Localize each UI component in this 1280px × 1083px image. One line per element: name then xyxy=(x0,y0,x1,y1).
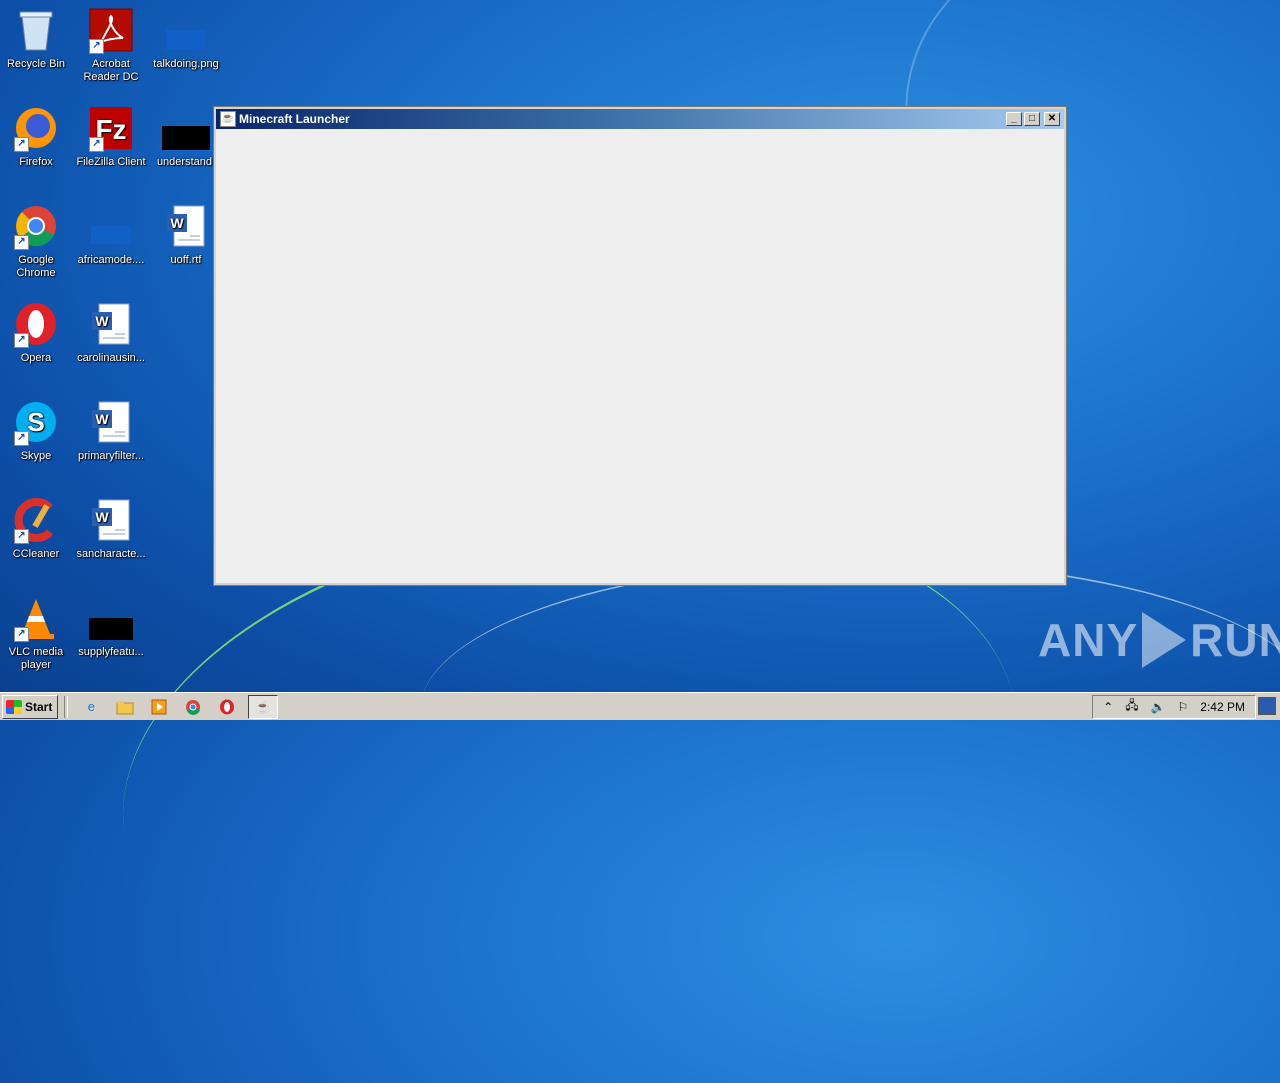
svg-text:W: W xyxy=(170,215,184,231)
word-doc-icon: W xyxy=(87,398,135,446)
desktop-icon-sancharacte[interactable]: W sancharacte... xyxy=(75,496,147,561)
desktop-icon-understand[interactable]: understand. xyxy=(150,104,222,169)
shortcut-arrow-icon: ↗ xyxy=(14,137,29,152)
java-icon: ☕ xyxy=(255,699,271,714)
media-player-icon[interactable] xyxy=(150,698,168,716)
file-icon xyxy=(87,594,135,642)
desktop-icon-skype[interactable]: S ↗ Skype xyxy=(0,398,72,463)
recycle-bin-icon xyxy=(12,6,60,54)
desktop-icon-vlc[interactable]: ↗ VLC media player xyxy=(0,594,72,672)
acrobat-icon: ↗ xyxy=(87,6,135,54)
desktop-icon-chrome[interactable]: ↗ Google Chrome xyxy=(0,202,72,280)
desktop-icon-primaryfilter[interactable]: W primaryfilter... xyxy=(75,398,147,463)
network-icon[interactable]: 🖧 xyxy=(1125,696,1138,717)
shortcut-arrow-icon: ↗ xyxy=(89,137,104,152)
desktop-icon-supplyfeatu[interactable]: supplyfeatu... xyxy=(75,594,147,659)
maximize-button[interactable]: □ xyxy=(1024,112,1040,126)
chrome-icon[interactable] xyxy=(184,698,202,716)
opera-icon: ↗ xyxy=(12,300,60,348)
filezilla-icon: Fz ↗ xyxy=(87,104,135,152)
word-doc-icon: W xyxy=(162,202,210,250)
vlc-icon: ↗ xyxy=(12,594,60,642)
minimize-button[interactable]: _ xyxy=(1006,112,1022,126)
skype-icon: S ↗ xyxy=(12,398,60,446)
shortcut-arrow-icon: ↗ xyxy=(14,627,29,642)
volume-icon[interactable]: 🔈 xyxy=(1151,700,1166,714)
clock[interactable]: 2:42 PM xyxy=(1200,700,1245,714)
svg-text:W: W xyxy=(95,313,109,329)
window-content-area xyxy=(217,131,1063,582)
opera-icon[interactable] xyxy=(218,698,236,716)
system-tray: ⌃ 🖧 🔈 ⚐ 2:42 PM xyxy=(1092,694,1256,719)
minecraft-launcher-window[interactable]: ☕ Minecraft Launcher _ □ ✕ xyxy=(213,106,1067,586)
file-icon xyxy=(87,202,135,250)
show-desktop-button[interactable] xyxy=(1258,697,1276,715)
ccleaner-icon: ↗ xyxy=(12,496,60,544)
chrome-icon: ↗ xyxy=(12,202,60,250)
desktop-icon-carolinausin[interactable]: W carolinausin... xyxy=(75,300,147,365)
internet-explorer-icon[interactable]: e xyxy=(82,698,100,716)
desktop-icon-africamode[interactable]: africamode.... xyxy=(75,202,147,267)
desktop-icon-talkdoing[interactable]: talkdoing.png xyxy=(150,6,222,71)
java-icon: ☕ xyxy=(220,111,236,127)
image-file-icon xyxy=(162,6,210,54)
close-button[interactable]: ✕ xyxy=(1044,112,1060,126)
desktop-icon-firefox[interactable]: ↗ Firefox xyxy=(0,104,72,169)
start-button[interactable]: Start xyxy=(2,694,59,719)
watermark-text-left: ANY xyxy=(1038,614,1139,666)
anyrun-watermark: ANY RUN xyxy=(1038,612,1280,668)
word-doc-icon: W xyxy=(87,496,135,544)
shortcut-arrow-icon: ↗ xyxy=(14,235,29,250)
shortcut-arrow-icon: ↗ xyxy=(14,333,29,348)
start-label: Start xyxy=(25,699,53,714)
window-title: Minecraft Launcher xyxy=(239,112,350,126)
shortcut-arrow-icon: ↗ xyxy=(14,431,29,446)
watermark-text-right: RUN xyxy=(1190,614,1280,666)
firefox-icon: ↗ xyxy=(12,104,60,152)
desktop-icon-ccleaner[interactable]: ↗ CCleaner xyxy=(0,496,72,561)
svg-text:W: W xyxy=(95,509,109,525)
shortcut-arrow-icon: ↗ xyxy=(89,39,104,54)
windows-logo-icon xyxy=(6,699,22,714)
svg-text:W: W xyxy=(95,411,109,427)
folder-icon[interactable] xyxy=(116,698,134,716)
word-doc-icon: W xyxy=(87,300,135,348)
file-icon xyxy=(162,104,210,152)
window-titlebar[interactable]: ☕ Minecraft Launcher _ □ ✕ xyxy=(216,109,1064,129)
play-icon xyxy=(1142,612,1187,668)
taskbar: Start e ☕ ⌃ 🖧 🔈 ⚐ 2:42 PM xyxy=(0,692,1280,720)
shortcut-arrow-icon: ↗ xyxy=(14,529,29,544)
taskbar-item-minecraft-launcher[interactable]: ☕ xyxy=(248,694,279,719)
show-hidden-icons-icon[interactable]: ⌃ xyxy=(1103,700,1113,714)
desktop-icon-recycle-bin[interactable]: Recycle Bin xyxy=(0,6,72,71)
action-center-flag-icon[interactable]: ⚐ xyxy=(1178,700,1189,714)
desktop-icon-opera[interactable]: ↗ Opera xyxy=(0,300,72,365)
desktop-icon-filezilla[interactable]: Fz ↗ FileZilla Client xyxy=(75,104,147,169)
svg-text:S: S xyxy=(27,407,44,437)
taskbar-separator xyxy=(64,695,69,718)
desktop-icon-uoff[interactable]: W uoff.rtf xyxy=(150,202,222,267)
desktop-icon-acrobat[interactable]: ↗ Acrobat Reader DC xyxy=(75,6,147,84)
